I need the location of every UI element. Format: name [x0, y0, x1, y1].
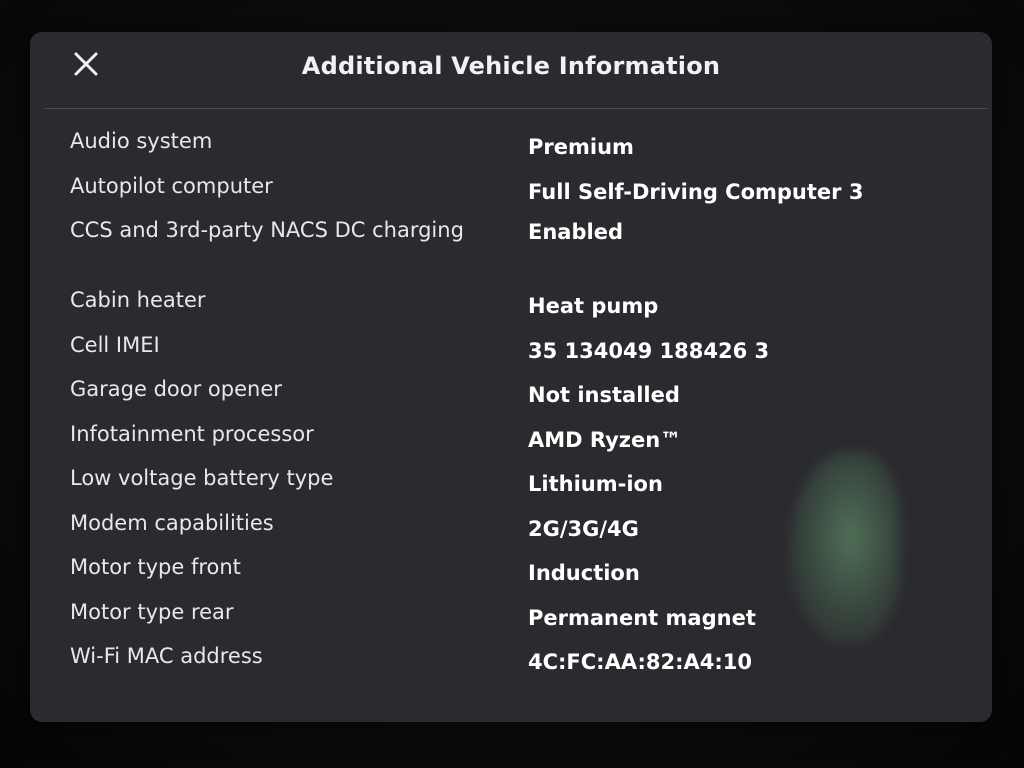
info-row-motor-rear: Motor type rear Permanent magnet	[70, 599, 970, 644]
row-label: Cell IMEI	[70, 332, 160, 357]
row-label: Garage door opener	[70, 377, 282, 401]
info-row-cell-imei: Cell IMEI 35 134049 188426 3	[70, 332, 970, 377]
info-list: Audio system Premium Autopilot computer …	[70, 128, 970, 688]
row-value: 4C:FC:AA:82:A4:10	[528, 650, 752, 674]
row-value: Induction	[528, 561, 640, 585]
info-row-infotainment-processor: Infotainment processor AMD Ryzen™	[70, 421, 970, 466]
info-row-wifi-mac: Wi-Fi MAC address 4C:FC:AA:82:A4:10	[70, 643, 970, 688]
info-row-charging: CCS and 3rd-party NACS DC charging Enabl…	[70, 217, 970, 287]
row-value: Full Self-Driving Computer 3	[528, 179, 864, 204]
row-value: Not installed	[528, 383, 680, 407]
info-row-motor-front: Motor type front Induction	[70, 554, 970, 599]
row-label: Motor type rear	[70, 599, 234, 624]
row-label: Autopilot computer	[70, 173, 273, 198]
info-row-cabin-heater: Cabin heater Heat pump	[70, 287, 970, 332]
screen-background: Additional Vehicle Information Audio sys…	[0, 0, 1024, 768]
dialog-title: Additional Vehicle Information	[301, 52, 721, 80]
vehicle-info-dialog: Additional Vehicle Information Audio sys…	[30, 32, 992, 722]
row-value: AMD Ryzen™	[528, 427, 682, 452]
header-divider	[44, 108, 988, 109]
row-value: Heat pump	[528, 294, 659, 318]
row-label: Low voltage battery type	[70, 466, 334, 490]
row-value: 2G/3G/4G	[528, 516, 639, 541]
row-label: Wi-Fi MAC address	[70, 644, 263, 668]
info-row-garage-door-opener: Garage door opener Not installed	[70, 376, 970, 421]
row-label: Audio system	[70, 129, 213, 153]
row-label: CCS and 3rd-party NACS DC charging	[70, 218, 464, 242]
row-label: Motor type front	[70, 555, 241, 579]
row-label: Cabin heater	[70, 288, 206, 312]
row-label: Infotainment processor	[70, 421, 314, 446]
row-value: Enabled	[528, 220, 623, 244]
row-label: Modem capabilities	[70, 510, 274, 535]
info-row-audio-system: Audio system Premium	[70, 128, 970, 173]
row-value: Lithium-ion	[528, 472, 663, 496]
info-row-autopilot-computer: Autopilot computer Full Self-Driving Com…	[70, 173, 970, 218]
info-row-battery-type: Low voltage battery type Lithium-ion	[70, 465, 970, 510]
row-value: 35 134049 188426 3	[528, 338, 770, 363]
row-value: Premium	[528, 135, 634, 159]
row-value: Permanent magnet	[528, 605, 756, 630]
dialog-header: Additional Vehicle Information	[30, 32, 992, 110]
info-row-modem-capabilities: Modem capabilities 2G/3G/4G	[70, 510, 970, 555]
